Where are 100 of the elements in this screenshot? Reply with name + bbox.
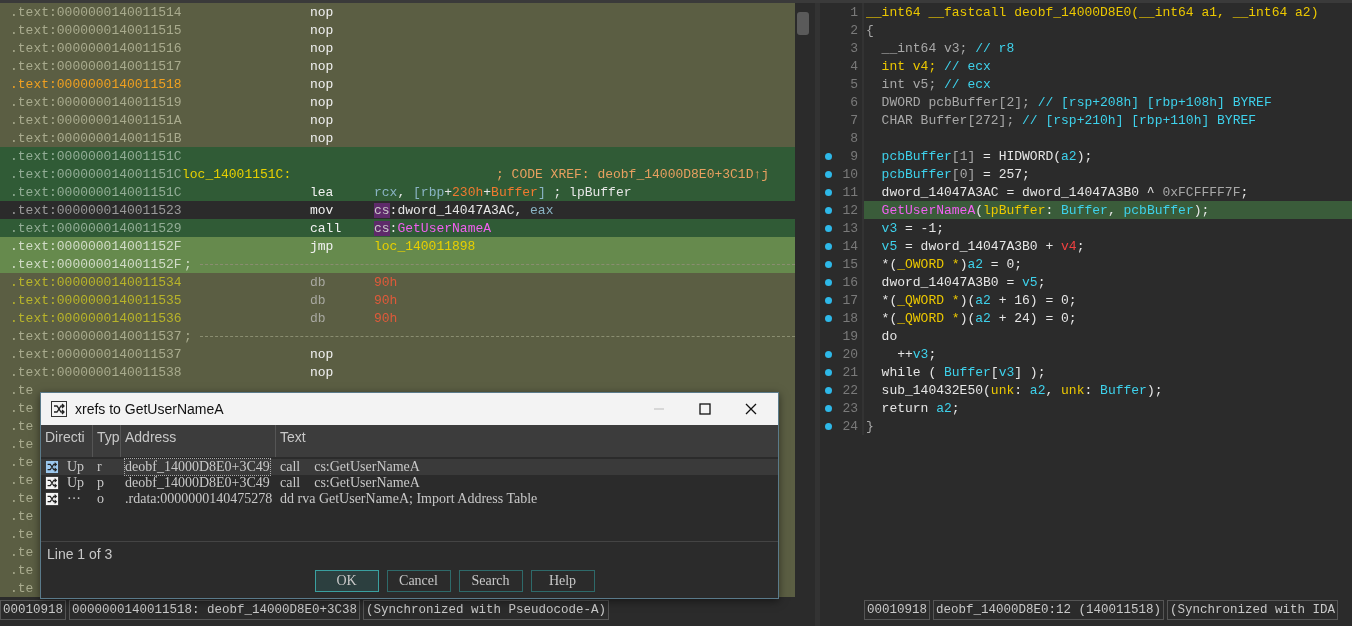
breakpoint-dot[interactable] xyxy=(824,422,832,430)
scrollbar-thumb[interactable] xyxy=(797,12,809,35)
operand-text: 90h xyxy=(374,310,398,326)
address-text: .text:000000014001152F xyxy=(10,256,182,272)
code-line: return a2; xyxy=(880,400,960,416)
address-text: .te xyxy=(10,400,34,416)
code-line: do xyxy=(880,328,898,344)
breakpoint-dot[interactable] xyxy=(824,260,832,268)
breakpoint-dot[interactable] xyxy=(824,242,832,250)
address-text: .text:0000000140011537 xyxy=(10,328,182,344)
code-line: { xyxy=(866,22,874,38)
address-text: .text:000000014001151C xyxy=(10,148,182,164)
line-number: 19 xyxy=(841,328,858,344)
shuffle-icon xyxy=(45,460,59,474)
address-text: .text:000000014001151C xyxy=(10,166,182,182)
line-number: 6 xyxy=(849,94,858,110)
breakpoint-dot[interactable] xyxy=(824,170,832,178)
operand-text: cs:dword_14047A3AC, eax xyxy=(374,202,554,218)
status-field: 00010918 xyxy=(0,600,66,620)
code-line: int v5; // ecx xyxy=(880,76,991,92)
separator-mark: ; xyxy=(184,256,192,272)
address-text: .text:0000000140011534 xyxy=(10,274,182,290)
address-text: .te xyxy=(10,382,34,398)
address-text: .te xyxy=(10,418,34,434)
xref-row[interactable]: Up p deobf_14000D8E0+3C49 call cs:GetUserNameA xyxy=(41,475,778,491)
line-number: 24 xyxy=(841,418,858,434)
operand-text: loc_140011898 xyxy=(374,238,476,254)
dialog-button[interactable]: Help xyxy=(530,570,595,592)
breakpoint-dot[interactable] xyxy=(824,224,832,232)
separator-mark: ; xyxy=(184,328,192,344)
direction-text: ··· xyxy=(67,491,81,507)
line-number: 17 xyxy=(841,292,858,308)
code-line: *(_QWORD *)(a2 + 16) = 0; xyxy=(880,292,1077,308)
breakpoint-dot[interactable] xyxy=(824,404,832,412)
operand-text: 90h xyxy=(374,292,398,308)
breakpoint-dot[interactable] xyxy=(824,350,832,358)
mnemonic-text: db xyxy=(310,274,326,290)
address-text: .text:0000000140011529 xyxy=(10,220,182,236)
code-line: pcbBuffer[0] = 257; xyxy=(880,166,1030,182)
type-text: p xyxy=(97,475,104,491)
column-header[interactable]: Address xyxy=(121,425,276,457)
breakpoint-dot[interactable] xyxy=(824,386,832,394)
mnemonic-text: db xyxy=(310,310,326,326)
address-text: .text:0000000140011538 xyxy=(10,364,182,380)
shuffle-icon xyxy=(45,492,59,506)
maximize-icon[interactable] xyxy=(698,402,712,416)
close-icon[interactable] xyxy=(744,402,758,416)
breakpoint-dot[interactable] xyxy=(824,206,832,214)
breakpoint-dot[interactable] xyxy=(824,188,832,196)
line-number: 23 xyxy=(841,400,858,416)
mnemonic-text: call xyxy=(310,220,342,236)
comment-text: ; CODE XREF: deobf_14000D8E0+3C1D↑j xyxy=(496,166,770,182)
operand-text: cs:GetUserNameA xyxy=(374,220,492,236)
xref-row[interactable]: Up r deobf_14000D8E0+3C49 call cs:GetUserNameA xyxy=(41,459,778,475)
scrollbar[interactable] xyxy=(795,3,820,626)
shuffle-icon xyxy=(45,476,59,490)
type-text: o xyxy=(97,491,104,507)
column-header[interactable]: Typ xyxy=(93,425,121,457)
code-line: __int64 v3; // r8 xyxy=(880,40,1015,56)
dialog-button[interactable]: OK xyxy=(314,570,379,592)
code-line: while ( Buffer[v3] ); xyxy=(880,364,1046,380)
breakpoint-dot[interactable] xyxy=(824,296,832,304)
line-number: 20 xyxy=(841,346,858,362)
mnemonic-text: nop xyxy=(310,112,334,128)
line-number: 11 xyxy=(841,184,858,200)
mnemonic-text: db xyxy=(310,292,326,308)
breakpoint-dot[interactable] xyxy=(824,368,832,376)
address-text: .text:000000014001151A xyxy=(10,112,182,128)
code-line: sub_140432E50(unk: a2, unk: Buffer); xyxy=(880,382,1163,398)
line-number: 2 xyxy=(849,22,858,38)
breakpoint-dot[interactable] xyxy=(824,314,832,322)
line-number: 9 xyxy=(849,148,858,164)
label-text: loc_14001151C: xyxy=(182,166,292,182)
line-number: 14 xyxy=(841,238,858,254)
mnemonic-text: jmp xyxy=(310,238,334,254)
status-field: deobf_14000D8E0:12 (140011518) xyxy=(933,600,1165,620)
mnemonic-text: nop xyxy=(310,94,334,110)
status-field: (Synchronized with IDA xyxy=(1167,600,1339,620)
address-text: .te xyxy=(10,436,34,452)
code-line: ++v3; xyxy=(896,346,937,362)
line-number: 10 xyxy=(841,166,858,182)
code-line: pcbBuffer[1] = HIDWORD(a2); xyxy=(880,148,1093,164)
address-text: .text:0000000140011523 xyxy=(10,202,182,218)
column-header[interactable]: Directi xyxy=(41,425,93,457)
line-number: 5 xyxy=(849,76,858,92)
code-line: DWORD pcbBuffer[2]; // [rsp+208h] [rbp+108h] BYREF xyxy=(880,94,1272,110)
mnemonic-text: nop xyxy=(310,364,334,380)
xref-row[interactable]: ··· o .rdata:0000000140475278 dd rva GetUserNameA; Import Address Table xyxy=(41,491,778,507)
breakpoint-dot[interactable] xyxy=(824,152,832,160)
mnemonic-text: nop xyxy=(310,4,334,20)
code-line: CHAR Buffer[272]; // [rsp+210h] [rbp+110h] BYREF xyxy=(880,112,1257,128)
address-text: .te xyxy=(10,580,34,596)
address-text: .rdata:0000000140475278 xyxy=(125,491,273,507)
code-line: *(_OWORD *)a2 = 0; xyxy=(880,256,1023,272)
address-text: .te xyxy=(10,544,34,560)
column-header[interactable]: Text xyxy=(276,425,778,457)
breakpoint-dot[interactable] xyxy=(824,278,832,286)
dialog-button[interactable]: Cancel xyxy=(386,570,451,592)
code-line: dword_14047A3B0 = v5; xyxy=(880,274,1046,290)
dialog-button[interactable]: Search xyxy=(458,570,523,592)
